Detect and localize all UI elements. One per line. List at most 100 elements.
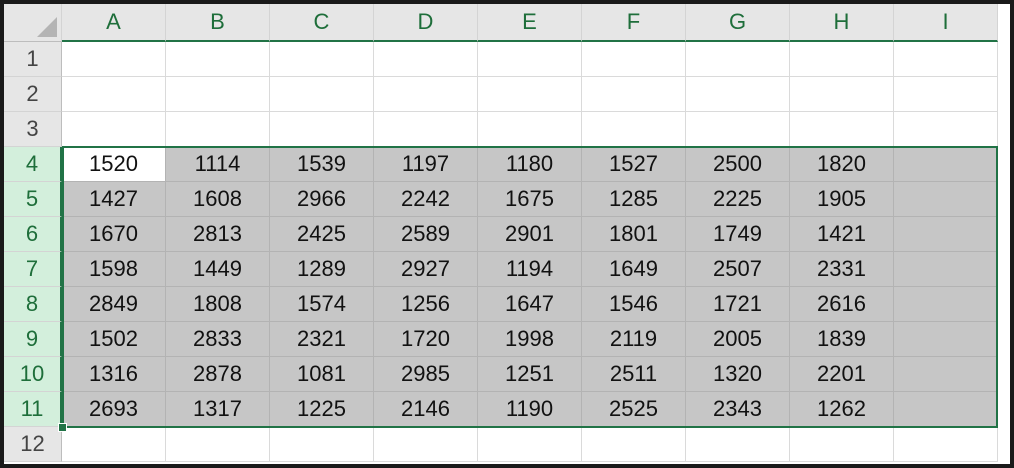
cell-b10[interactable]: 2878 — [166, 357, 270, 392]
cell-g7[interactable]: 2507 — [686, 252, 790, 287]
cell-f9[interactable]: 2119 — [582, 322, 686, 357]
cell-c7[interactable]: 1289 — [270, 252, 374, 287]
cell-c11[interactable]: 1225 — [270, 392, 374, 427]
cell-d12[interactable] — [374, 427, 478, 462]
cell-f3[interactable] — [582, 112, 686, 147]
cell-h10[interactable]: 2201 — [790, 357, 894, 392]
cell-i2[interactable] — [894, 77, 998, 112]
cell-f12[interactable] — [582, 427, 686, 462]
cell-b7[interactable]: 1449 — [166, 252, 270, 287]
row-header-11[interactable]: 11 — [4, 392, 62, 427]
cell-b8[interactable]: 1808 — [166, 287, 270, 322]
cell-h9[interactable]: 1839 — [790, 322, 894, 357]
cell-b2[interactable] — [166, 77, 270, 112]
cell-c5[interactable]: 2966 — [270, 182, 374, 217]
cell-b5[interactable]: 1608 — [166, 182, 270, 217]
cell-a8[interactable]: 2849 — [62, 287, 166, 322]
cell-h8[interactable]: 2616 — [790, 287, 894, 322]
cell-h11[interactable]: 1262 — [790, 392, 894, 427]
cell-e6[interactable]: 2901 — [478, 217, 582, 252]
cell-g10[interactable]: 1320 — [686, 357, 790, 392]
column-header-c[interactable]: C — [270, 4, 374, 42]
cell-c12[interactable] — [270, 427, 374, 462]
cell-f7[interactable]: 1649 — [582, 252, 686, 287]
row-header-6[interactable]: 6 — [4, 217, 62, 252]
cell-e7[interactable]: 1194 — [478, 252, 582, 287]
cell-c6[interactable]: 2425 — [270, 217, 374, 252]
cell-i4[interactable] — [894, 147, 998, 182]
cell-f2[interactable] — [582, 77, 686, 112]
cell-b4[interactable]: 1114 — [166, 147, 270, 182]
cell-d10[interactable]: 2985 — [374, 357, 478, 392]
cell-h7[interactable]: 2331 — [790, 252, 894, 287]
cell-e1[interactable] — [478, 42, 582, 77]
cell-a10[interactable]: 1316 — [62, 357, 166, 392]
cell-h1[interactable] — [790, 42, 894, 77]
cell-a11[interactable]: 2693 — [62, 392, 166, 427]
row-header-5[interactable]: 5 — [4, 182, 62, 217]
cell-a9[interactable]: 1502 — [62, 322, 166, 357]
cell-d1[interactable] — [374, 42, 478, 77]
cell-c8[interactable]: 1574 — [270, 287, 374, 322]
cell-f5[interactable]: 1285 — [582, 182, 686, 217]
cell-a7[interactable]: 1598 — [62, 252, 166, 287]
column-header-e[interactable]: E — [478, 4, 582, 42]
cell-e3[interactable] — [478, 112, 582, 147]
cell-i7[interactable] — [894, 252, 998, 287]
cell-i10[interactable] — [894, 357, 998, 392]
cell-e8[interactable]: 1647 — [478, 287, 582, 322]
cell-a1[interactable] — [62, 42, 166, 77]
row-header-9[interactable]: 9 — [4, 322, 62, 357]
cell-e5[interactable]: 1675 — [478, 182, 582, 217]
cell-f6[interactable]: 1801 — [582, 217, 686, 252]
cell-h4[interactable]: 1820 — [790, 147, 894, 182]
cell-c10[interactable]: 1081 — [270, 357, 374, 392]
cell-g3[interactable] — [686, 112, 790, 147]
cell-e12[interactable] — [478, 427, 582, 462]
cell-d3[interactable] — [374, 112, 478, 147]
cell-f10[interactable]: 2511 — [582, 357, 686, 392]
cell-g6[interactable]: 1749 — [686, 217, 790, 252]
cell-h6[interactable]: 1421 — [790, 217, 894, 252]
cell-g1[interactable] — [686, 42, 790, 77]
row-header-1[interactable]: 1 — [4, 42, 62, 77]
cell-c3[interactable] — [270, 112, 374, 147]
cell-g5[interactable]: 2225 — [686, 182, 790, 217]
cell-a6[interactable]: 1670 — [62, 217, 166, 252]
fill-handle[interactable] — [58, 423, 67, 432]
cell-g8[interactable]: 1721 — [686, 287, 790, 322]
cell-b3[interactable] — [166, 112, 270, 147]
cell-e9[interactable]: 1998 — [478, 322, 582, 357]
cell-c1[interactable] — [270, 42, 374, 77]
cell-i12[interactable] — [894, 427, 998, 462]
cell-c2[interactable] — [270, 77, 374, 112]
cell-g9[interactable]: 2005 — [686, 322, 790, 357]
cell-g11[interactable]: 2343 — [686, 392, 790, 427]
cell-i9[interactable] — [894, 322, 998, 357]
column-header-f[interactable]: F — [582, 4, 686, 42]
cell-a2[interactable] — [62, 77, 166, 112]
row-header-2[interactable]: 2 — [4, 77, 62, 112]
cell-f11[interactable]: 2525 — [582, 392, 686, 427]
cell-h3[interactable] — [790, 112, 894, 147]
cell-a5[interactable]: 1427 — [62, 182, 166, 217]
cell-b9[interactable]: 2833 — [166, 322, 270, 357]
cell-b11[interactable]: 1317 — [166, 392, 270, 427]
cell-d2[interactable] — [374, 77, 478, 112]
cell-e2[interactable] — [478, 77, 582, 112]
cell-d8[interactable]: 1256 — [374, 287, 478, 322]
row-header-8[interactable]: 8 — [4, 287, 62, 322]
cell-f4[interactable]: 1527 — [582, 147, 686, 182]
cell-e4[interactable]: 1180 — [478, 147, 582, 182]
cell-h12[interactable] — [790, 427, 894, 462]
cell-c9[interactable]: 2321 — [270, 322, 374, 357]
cell-e11[interactable]: 1190 — [478, 392, 582, 427]
cell-g4[interactable]: 2500 — [686, 147, 790, 182]
column-header-d[interactable]: D — [374, 4, 478, 42]
cell-b12[interactable] — [166, 427, 270, 462]
cell-d6[interactable]: 2589 — [374, 217, 478, 252]
cell-c4[interactable]: 1539 — [270, 147, 374, 182]
row-header-3[interactable]: 3 — [4, 112, 62, 147]
cell-d11[interactable]: 2146 — [374, 392, 478, 427]
cell-a12[interactable] — [62, 427, 166, 462]
